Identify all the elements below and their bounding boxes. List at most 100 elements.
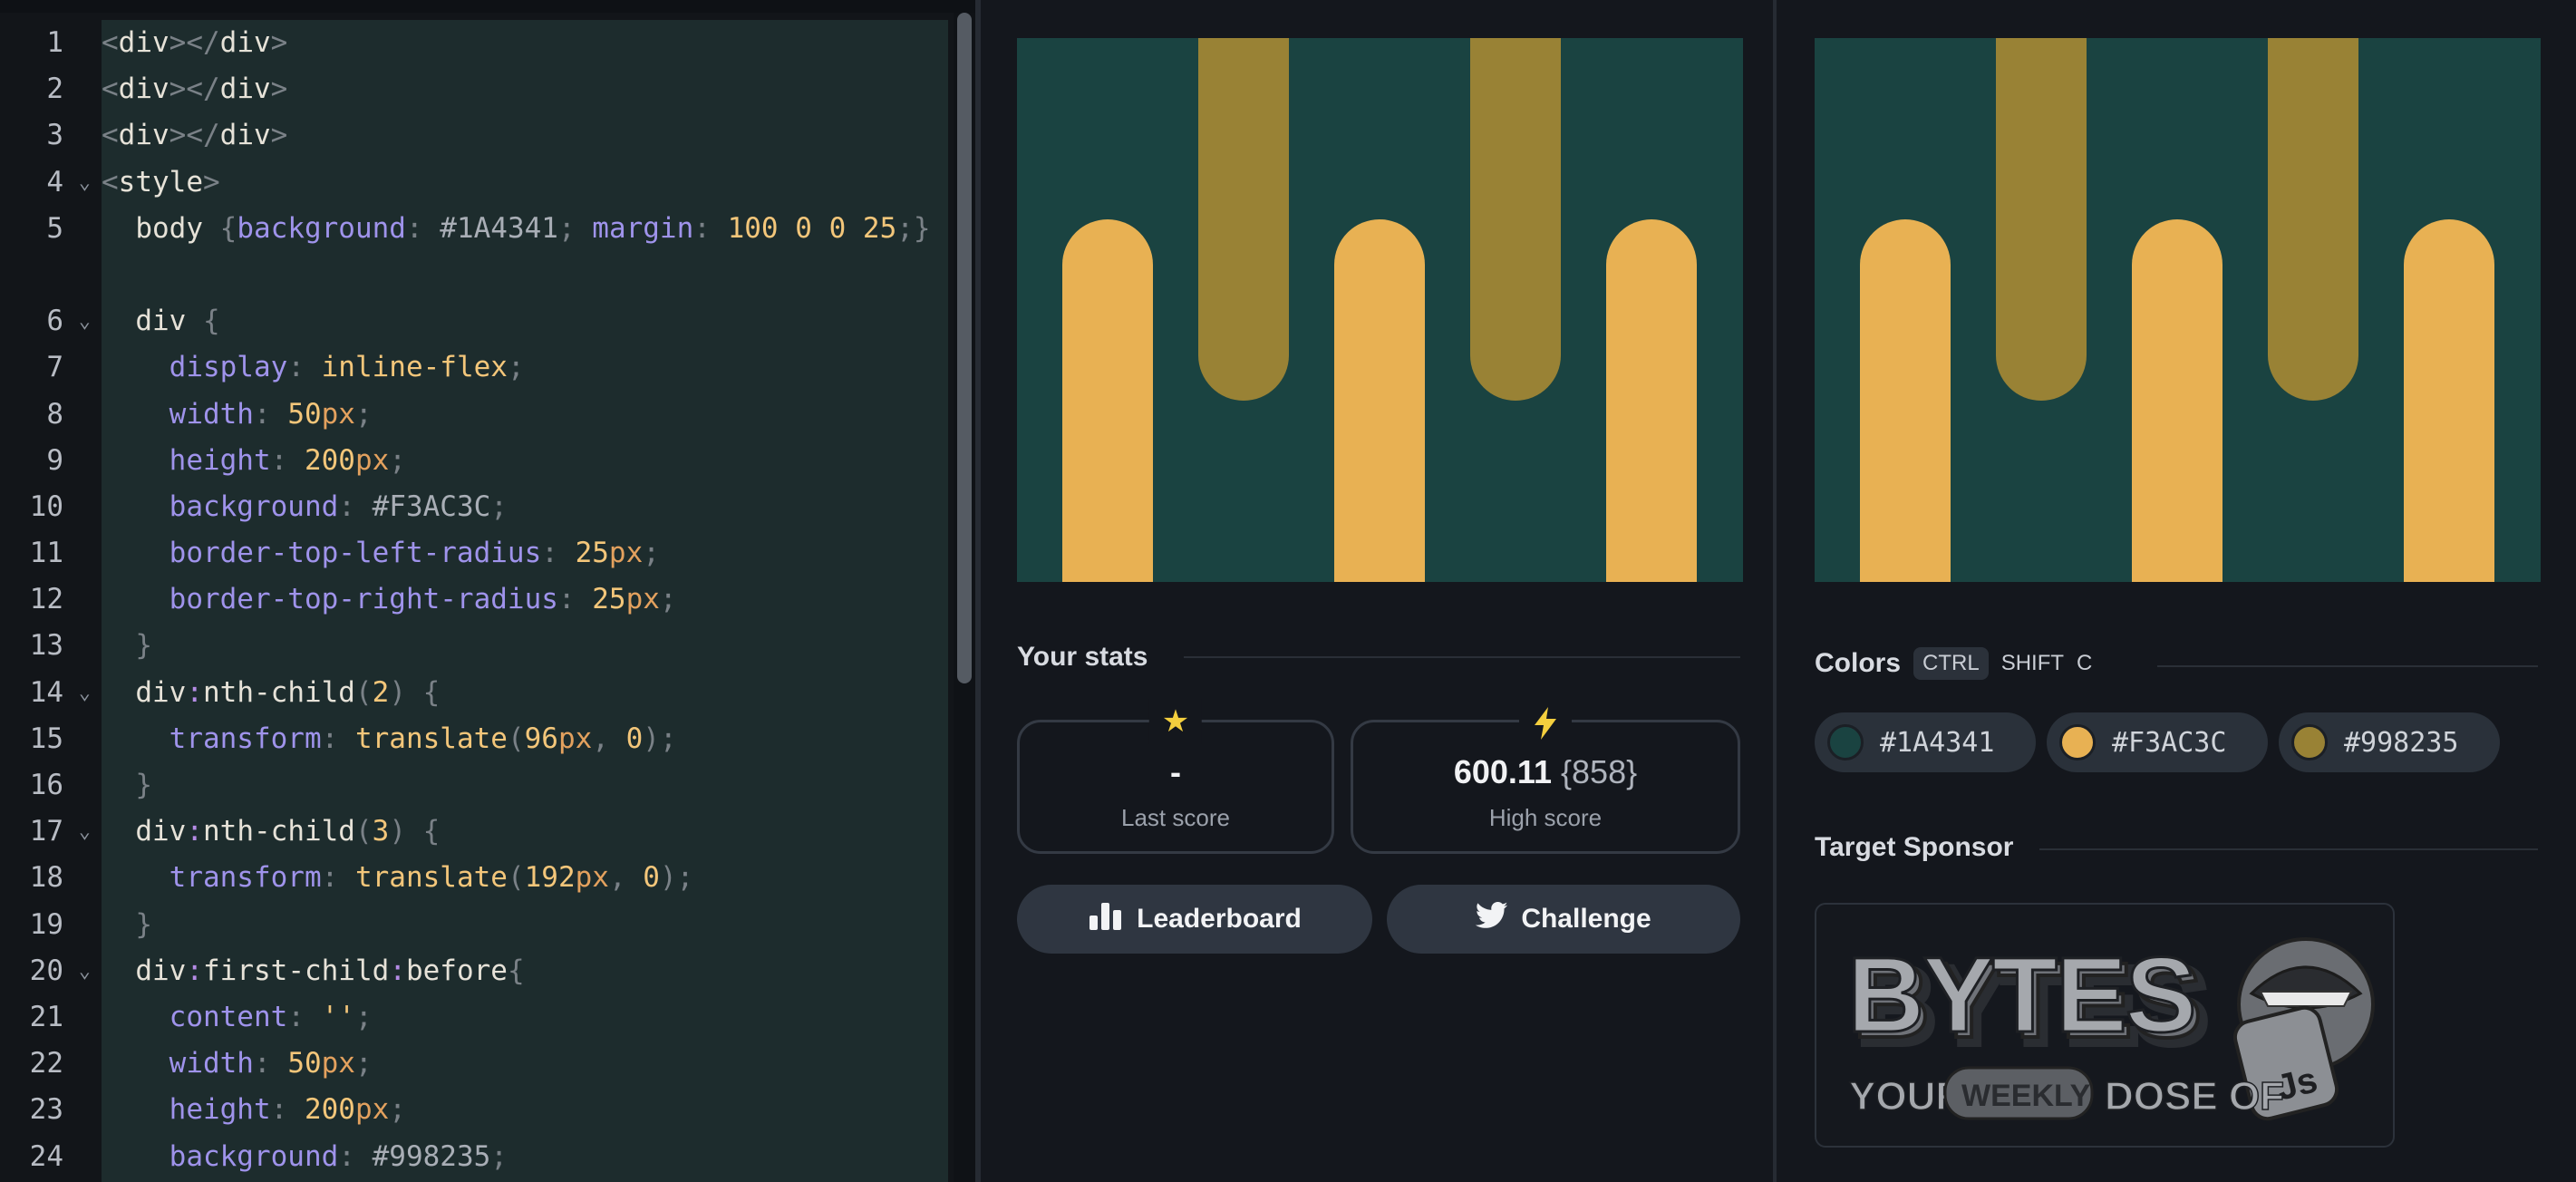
line-number: 6 ⌄ bbox=[0, 298, 102, 344]
code-line[interactable]: background: #998235; bbox=[102, 1134, 948, 1180]
fold-chevron-icon[interactable]: ⌄ bbox=[79, 298, 91, 344]
code-line[interactable]: height: 200px; bbox=[102, 1087, 948, 1133]
svg-text:WEEKLY: WEEKLY bbox=[1961, 1079, 2091, 1113]
star-icon: ★ bbox=[1148, 699, 1203, 744]
last-score-card: ★ - Last score bbox=[1017, 699, 1334, 854]
code-line[interactable]: <div></div> bbox=[102, 20, 948, 66]
line-number-text: 20 bbox=[29, 954, 63, 987]
line-number: 4 ⌄ bbox=[0, 160, 102, 206]
line-number-text: 9 bbox=[46, 443, 63, 477]
code-line[interactable]: <div></div> bbox=[102, 112, 948, 159]
line-number-text: 3 bbox=[46, 119, 63, 152]
code-line[interactable]: <div></div> bbox=[102, 66, 948, 112]
line-number: 5 bbox=[0, 206, 102, 298]
line-number-text: 2 bbox=[46, 73, 63, 106]
preview-bar-olive bbox=[1470, 38, 1561, 401]
line-number-text: 4 bbox=[46, 165, 63, 199]
line-number: 17 ⌄ bbox=[0, 809, 102, 855]
shortcut-key-c: C bbox=[2077, 651, 2093, 675]
editor-divider[interactable] bbox=[975, 0, 981, 1182]
output-preview[interactable] bbox=[1017, 38, 1743, 582]
line-number-text: 1 bbox=[46, 26, 63, 59]
fold-chevron-icon[interactable]: ⌄ bbox=[79, 948, 91, 994]
line-number: 24 bbox=[0, 1134, 102, 1180]
color-swatch bbox=[2059, 724, 2096, 761]
code-line[interactable]: body {background: #1A4341; margin: 100 0… bbox=[102, 206, 948, 298]
target-bar-olive bbox=[2268, 38, 2358, 401]
high-score-label: High score bbox=[1488, 804, 1603, 831]
code-line[interactable]: height: 200px; bbox=[102, 438, 948, 484]
code-line[interactable]: } bbox=[102, 623, 948, 669]
twitter-icon bbox=[1476, 902, 1508, 936]
color-swatch bbox=[2291, 724, 2328, 761]
line-number-text: 12 bbox=[29, 583, 63, 616]
code-line[interactable]: div { bbox=[102, 298, 948, 344]
target-image bbox=[1815, 38, 2541, 582]
high-score-number: 600.11 bbox=[1453, 753, 1552, 790]
preview-bar-orange bbox=[1334, 219, 1425, 582]
line-number: 11 bbox=[0, 530, 102, 576]
color-chip[interactable]: #1A4341 bbox=[1815, 712, 2036, 772]
code-text[interactable]: <div></div> <div></div> <div></div> <style>… bbox=[102, 20, 948, 1180]
code-line[interactable]: transform: translate(192px, 0); bbox=[102, 855, 948, 901]
fold-chevron-icon[interactable]: ⌄ bbox=[79, 160, 91, 206]
code-line[interactable]: div:nth-child(3) { bbox=[102, 809, 948, 855]
svg-text:BYTES: BYTES bbox=[1847, 935, 2194, 1055]
line-number-text: 21 bbox=[29, 1000, 63, 1033]
editor-scrollbar-thumb[interactable] bbox=[957, 13, 972, 683]
code-line[interactable]: background: #F3AC3C; bbox=[102, 484, 948, 530]
target-bar-olive bbox=[1996, 38, 2087, 401]
challenge-label: Challenge bbox=[1521, 904, 1651, 934]
line-number-text: 11 bbox=[29, 537, 63, 570]
preview-bar-olive bbox=[1198, 38, 1289, 401]
code-line[interactable]: content: ''; bbox=[102, 994, 948, 1041]
color-chip[interactable]: #998235 bbox=[2279, 712, 2500, 772]
code-line[interactable]: } bbox=[102, 902, 948, 948]
line-number: 18 bbox=[0, 855, 102, 901]
color-chip[interactable]: #F3AC3C bbox=[2047, 712, 2268, 772]
line-number-text: 23 bbox=[29, 1093, 63, 1127]
code-line[interactable]: border-top-right-radius: 25px; bbox=[102, 576, 948, 623]
leaderboard-button[interactable]: Leaderboard bbox=[1017, 885, 1372, 954]
line-number-gutter: 1 2 3 4 ⌄ 5 6 ⌄ 7 8 9 10 11 12 13 14 ⌄ 15 16 17 ⌄ 18 19 20 ⌄ 21 22… bbox=[0, 20, 102, 1180]
color-chip-label: #998235 bbox=[2344, 726, 2459, 759]
code-line[interactable]: <style> bbox=[102, 160, 948, 206]
code-line[interactable]: border-top-left-radius: 25px; bbox=[102, 530, 948, 576]
color-chip-label: #F3AC3C bbox=[2112, 726, 2227, 759]
editor-top-border bbox=[0, 0, 975, 13]
fold-chevron-icon[interactable]: ⌄ bbox=[79, 670, 91, 716]
line-number: 23 bbox=[0, 1087, 102, 1133]
line-number-text: 15 bbox=[29, 722, 63, 755]
line-number-text: 5 bbox=[46, 211, 63, 245]
sponsor-card[interactable]: BYTES BYTES BYTES Js YOUR WEEKLY DOSE OF bbox=[1815, 903, 2395, 1148]
code-editor[interactable]: 1 2 3 4 ⌄ 5 6 ⌄ 7 8 9 10 11 12 13 14 ⌄ 15 16 17 ⌄ 18 19 20 ⌄ 21 22… bbox=[0, 0, 975, 1182]
line-number-text: 7 bbox=[46, 351, 63, 384]
bytes-logo: BYTES BYTES BYTES Js YOUR WEEKLY DOSE OF bbox=[1846, 935, 2375, 1121]
line-number-text: 24 bbox=[29, 1139, 63, 1173]
svg-text:DOSE OF: DOSE OF bbox=[2105, 1074, 2284, 1119]
line-number-text: 18 bbox=[29, 861, 63, 895]
code-line[interactable]: width: 50px; bbox=[102, 392, 948, 438]
high-score-card: 600.11 {858} High score bbox=[1351, 699, 1740, 854]
line-number-text: 17 bbox=[29, 815, 63, 848]
code-line[interactable]: width: 50px; bbox=[102, 1041, 948, 1087]
line-number-text: 8 bbox=[46, 397, 63, 431]
color-chip-label: #1A4341 bbox=[1880, 726, 1995, 759]
target-bar-orange bbox=[1860, 219, 1951, 582]
preview-bar-orange bbox=[1606, 219, 1697, 582]
code-line[interactable]: display: inline-flex; bbox=[102, 344, 948, 391]
code-line[interactable]: transform: translate(96px, 0); bbox=[102, 716, 948, 762]
colors-header: Colors CTRL SHIFT C bbox=[1815, 647, 2092, 680]
fold-chevron-icon[interactable]: ⌄ bbox=[79, 809, 91, 855]
code-line[interactable]: div:nth-child(2) { bbox=[102, 670, 948, 716]
sponsor-rule bbox=[2039, 848, 2538, 850]
code-line[interactable]: } bbox=[102, 762, 948, 809]
line-number: 16 bbox=[0, 762, 102, 809]
shortcut-key-ctrl: CTRL bbox=[1913, 647, 1989, 680]
line-number-text: 14 bbox=[29, 675, 63, 709]
colors-title: Colors bbox=[1815, 648, 1902, 678]
editor-scrollbar[interactable] bbox=[954, 13, 975, 1182]
bar-chart-icon bbox=[1088, 901, 1124, 937]
challenge-button[interactable]: Challenge bbox=[1387, 885, 1740, 954]
code-line[interactable]: div:first-child:before{ bbox=[102, 948, 948, 994]
